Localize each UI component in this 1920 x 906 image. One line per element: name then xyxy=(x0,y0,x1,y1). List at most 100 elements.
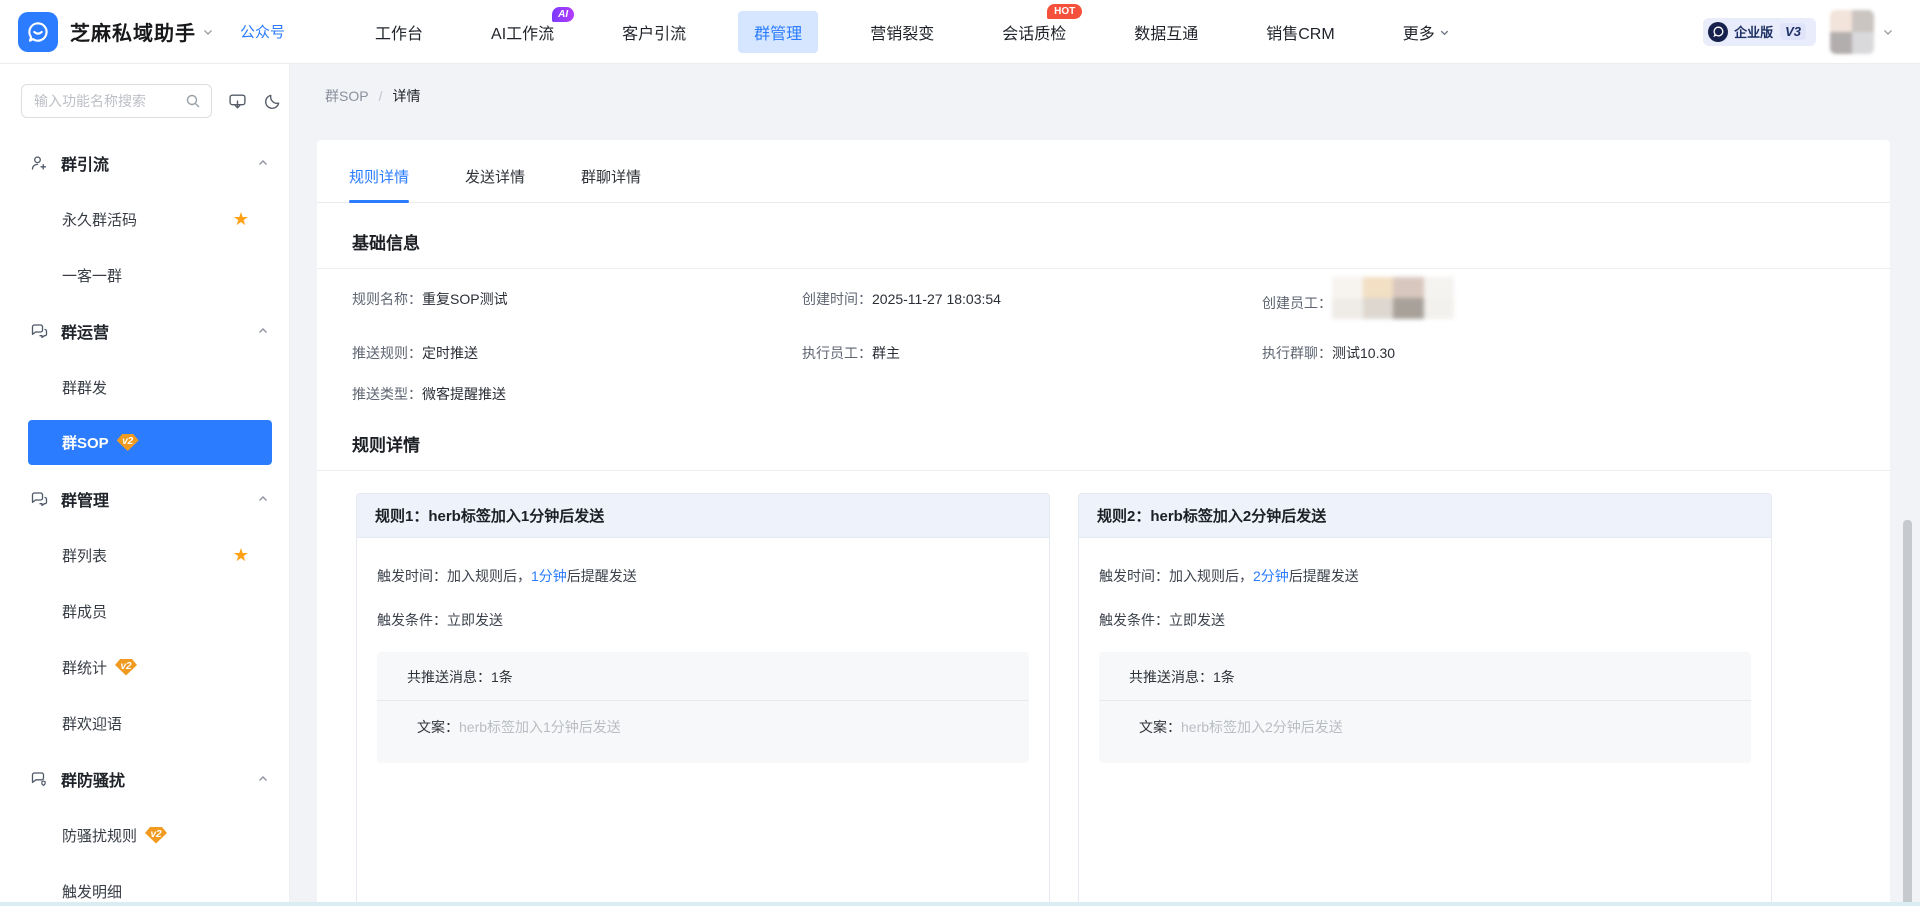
field-rule-name: 规则名称：重复SOP测试 xyxy=(352,289,802,310)
sidebar-item-group-stats[interactable]: 群统计 v2 xyxy=(28,639,272,695)
star-icon xyxy=(233,546,249,564)
app-logo-icon[interactable] xyxy=(18,12,58,52)
sidebar-section-group-management[interactable]: 群管理 xyxy=(0,471,289,527)
nav-more[interactable]: 更多 xyxy=(1403,20,1450,44)
nav-sales-crm[interactable]: 销售CRM xyxy=(1266,20,1334,44)
official-account-link[interactable]: 公众号 xyxy=(240,21,285,42)
chat-bubbles-icon xyxy=(30,322,48,340)
trigger-time-line: 触发时间：加入规则后，2分钟后提醒发送 xyxy=(1099,566,1751,586)
search-input[interactable] xyxy=(34,93,185,109)
sidebar-item-group-list[interactable]: 群列表 xyxy=(28,527,272,583)
nav-group-management[interactable]: 群管理 xyxy=(738,11,818,53)
message-copy: 文案：herb标签加入1分钟后发送 xyxy=(377,701,1029,763)
bottom-edge xyxy=(0,902,1920,906)
chat-bubbles-icon xyxy=(30,490,48,508)
tab-send-detail[interactable]: 发送详情 xyxy=(465,166,525,202)
nav-marketing-fission[interactable]: 营销裂变 xyxy=(870,20,934,44)
chevron-up-icon xyxy=(257,773,269,785)
search-icon[interactable] xyxy=(185,93,201,109)
chevron-up-icon xyxy=(257,157,269,169)
chat-shield-icon xyxy=(30,770,48,788)
sidebar-menu: 群引流 永久群活码 一客一群 群运营 群群发 群SOP v2 xyxy=(0,135,289,906)
nav-data-integration[interactable]: 数据互通 xyxy=(1134,20,1198,44)
edition-version: V3 xyxy=(1780,23,1806,40)
detail-card: 规则详情 发送详情 群聊详情 基础信息 规则名称：重复SOP测试 创建时间：20… xyxy=(317,140,1890,906)
sidebar-section-group-antispam[interactable]: 群防骚扰 xyxy=(0,751,289,807)
rule-card-2-header: 规则2：herb标签加入2分钟后发送 xyxy=(1079,494,1771,538)
message-count: 共推送消息：1条 xyxy=(377,652,1029,701)
detail-tabs: 规则详情 发送详情 群聊详情 xyxy=(317,140,1890,203)
nav-workbench[interactable]: 工作台 xyxy=(375,20,423,44)
sidebar: 群引流 永久群活码 一客一群 群运营 群群发 群SOP v2 xyxy=(0,64,290,906)
topbar: 芝麻私域助手 公众号 工作台 AI工作流AI 客户引流 群管理 营销裂变 会话质… xyxy=(0,0,1920,64)
message-copy: 文案：herb标签加入2分钟后发送 xyxy=(1099,701,1751,763)
sidebar-item-group-mass-send[interactable]: 群群发 xyxy=(28,359,272,415)
field-push-type: 推送类型：微客提醒推送 xyxy=(352,384,802,405)
nav-customer-acquisition[interactable]: 客户引流 xyxy=(622,20,686,44)
breadcrumb-separator: / xyxy=(379,88,383,104)
v2-badge: v2 xyxy=(117,434,139,451)
main-nav: 工作台 AI工作流AI 客户引流 群管理 营销裂变 会话质检HOT 数据互通 销… xyxy=(341,11,1484,53)
sidebar-section-group-operation[interactable]: 群运营 xyxy=(0,303,289,359)
person-plus-icon xyxy=(30,154,48,172)
v2-badge: v2 xyxy=(145,827,167,844)
sidebar-item-one-customer-one-group[interactable]: 一客一群 xyxy=(28,247,272,303)
rules-section-title: 规则详情 xyxy=(352,431,1890,456)
basic-info-row-1: 规则名称：重复SOP测试 创建时间：2025-11-27 18:03:54 创建… xyxy=(317,289,1890,319)
field-creator: 创建员工： xyxy=(1262,289,1890,319)
star-icon xyxy=(233,210,249,228)
edition-badge[interactable]: 企业版 V3 xyxy=(1703,18,1816,46)
ai-badge: AI xyxy=(552,7,574,22)
rule-card-1: 规则1：herb标签加入1分钟后发送 触发时间：加入规则后，1分钟后提醒发送 触… xyxy=(356,493,1050,906)
sidebar-item-antispam-rules[interactable]: 防骚扰规则 v2 xyxy=(28,807,272,863)
brand-area: 芝麻私域助手 公众号 xyxy=(0,12,285,52)
redacted-creator-name xyxy=(1332,277,1454,319)
rule-card-1-header: 规则1：herb标签加入1分钟后发送 xyxy=(357,494,1049,538)
nav-ai-workflow[interactable]: AI工作流AI xyxy=(491,20,554,44)
rule-card-2: 规则2：herb标签加入2分钟后发送 触发时间：加入规则后，2分钟后提醒发送 触… xyxy=(1078,493,1772,906)
topbar-right: 企业版 V3 xyxy=(1703,10,1920,54)
nav-chat-inspection[interactable]: 会话质检HOT xyxy=(1002,20,1066,44)
sidebar-item-permanent-group-qr[interactable]: 永久群活码 xyxy=(28,191,272,247)
trigger-time-line: 触发时间：加入规则后，1分钟后提醒发送 xyxy=(377,566,1029,586)
edition-label: 企业版 xyxy=(1734,22,1773,41)
sidebar-item-group-sop[interactable]: 群SOP v2 xyxy=(28,420,272,465)
trigger-delay-value: 2分钟 xyxy=(1253,568,1289,584)
sidebar-item-group-members[interactable]: 群成员 xyxy=(28,583,272,639)
basic-info-title: 基础信息 xyxy=(352,229,1890,254)
moon-theme-icon[interactable] xyxy=(263,92,282,111)
user-chevron-down-icon[interactable] xyxy=(1882,26,1894,38)
tab-chat-detail[interactable]: 群聊详情 xyxy=(581,166,641,202)
basic-info-row-2: 推送规则：定时推送 执行员工：群主 执行群聊：测试10.30 xyxy=(317,343,1890,364)
message-box: 共推送消息：1条 文案：herb标签加入2分钟后发送 xyxy=(1099,652,1751,763)
sidebar-item-trigger-details[interactable]: 触发明细 xyxy=(28,863,272,906)
tab-rule-detail[interactable]: 规则详情 xyxy=(349,166,409,202)
message-box: 共推送消息：1条 文案：herb标签加入1分钟后发送 xyxy=(377,652,1029,763)
breadcrumb-current: 详情 xyxy=(392,86,420,106)
divider xyxy=(317,268,1890,269)
field-push-rule: 推送规则：定时推送 xyxy=(352,343,802,364)
sidebar-item-group-welcome[interactable]: 群欢迎语 xyxy=(28,695,272,751)
search-box xyxy=(21,84,212,118)
breadcrumb-parent[interactable]: 群SOP xyxy=(325,86,369,106)
edition-logo-icon xyxy=(1708,22,1728,42)
sidebar-section-group-acquisition[interactable]: 群引流 xyxy=(0,135,289,191)
app-title: 芝麻私域助手 xyxy=(70,17,196,46)
message-count: 共推送消息：1条 xyxy=(1099,652,1751,701)
breadcrumb: 群SOP / 详情 xyxy=(291,64,1920,106)
rule-card-1-body: 触发时间：加入规则后，1分钟后提醒发送 触发条件：立即发送 共推送消息：1条 文… xyxy=(357,538,1049,763)
avatar[interactable] xyxy=(1830,10,1874,54)
trigger-condition-line: 触发条件：立即发送 xyxy=(1099,610,1751,630)
rule-card-2-body: 触发时间：加入规则后，2分钟后提醒发送 触发条件：立即发送 共推送消息：1条 文… xyxy=(1079,538,1771,763)
brand-chevron-down-icon[interactable] xyxy=(202,26,214,38)
panel-collapse-icon[interactable] xyxy=(228,92,247,111)
chevron-up-icon xyxy=(257,325,269,337)
vertical-scrollbar-thumb[interactable] xyxy=(1903,520,1912,906)
chevron-up-icon xyxy=(257,493,269,505)
rule-cards: 规则1：herb标签加入1分钟后发送 触发时间：加入规则后，1分钟后提醒发送 触… xyxy=(317,493,1890,906)
field-create-time: 创建时间：2025-11-27 18:03:54 xyxy=(802,289,1262,310)
more-chevron-down-icon xyxy=(1439,27,1450,38)
sidebar-search-row xyxy=(21,84,273,118)
trigger-delay-value: 1分钟 xyxy=(531,568,567,584)
field-exec-chat: 执行群聊：测试10.30 xyxy=(1262,343,1890,364)
